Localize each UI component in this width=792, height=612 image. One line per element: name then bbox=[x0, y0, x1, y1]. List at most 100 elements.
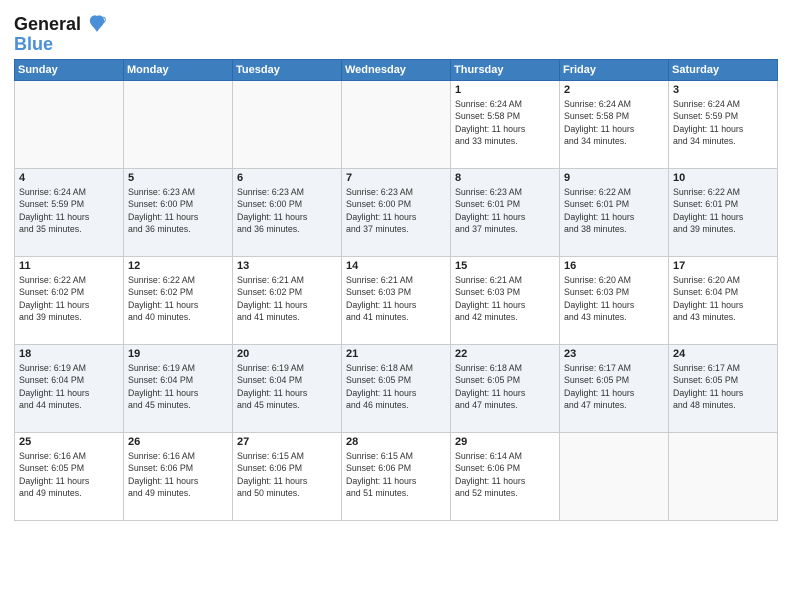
calendar-cell: 16 Sunrise: 6:20 AM Sunset: 6:03 PM Dayli… bbox=[560, 257, 669, 345]
day-number: 15 bbox=[455, 260, 555, 272]
calendar-cell: 12 Sunrise: 6:22 AM Sunset: 6:02 PM Dayli… bbox=[124, 257, 233, 345]
day-info: Sunrise: 6:22 AM Sunset: 6:02 PM Dayligh… bbox=[19, 274, 119, 323]
day-info: Sunrise: 6:23 AM Sunset: 6:00 PM Dayligh… bbox=[237, 186, 337, 235]
day-number: 29 bbox=[455, 436, 555, 448]
calendar-week-3: 11 Sunrise: 6:22 AM Sunset: 6:02 PM Dayli… bbox=[15, 257, 778, 345]
page: General Blue SundayMondayTuesdayWednesda… bbox=[0, 0, 792, 612]
day-number: 14 bbox=[346, 260, 446, 272]
calendar-cell: 25 Sunrise: 6:16 AM Sunset: 6:05 PM Dayli… bbox=[15, 433, 124, 521]
day-info: Sunrise: 6:23 AM Sunset: 6:00 PM Dayligh… bbox=[346, 186, 446, 235]
calendar-cell: 2Sunrise: 6:24 AM Sunset: 5:58 PM Daylig… bbox=[560, 81, 669, 169]
calendar-cell: 1 Sunrise: 6:24 AM Sunset: 5:58 PM Daylig… bbox=[451, 81, 560, 169]
logo-blue: Blue bbox=[14, 34, 106, 55]
calendar-cell: 29Sunrise: 6:14 AM Sunset: 6:06 PM Dayli… bbox=[451, 433, 560, 521]
day-number: 22 bbox=[455, 348, 555, 360]
day-number: 27 bbox=[237, 436, 337, 448]
calendar-cell: 9Sunrise: 6:22 AM Sunset: 6:01 PM Daylig… bbox=[560, 169, 669, 257]
day-number: 17 bbox=[673, 260, 773, 272]
weekday-header-friday: Friday bbox=[560, 60, 669, 81]
day-number: 5 bbox=[128, 172, 228, 184]
day-number: 28 bbox=[346, 436, 446, 448]
day-number: 23 bbox=[564, 348, 664, 360]
day-info: Sunrise: 6:17 AM Sunset: 6:05 PM Dayligh… bbox=[564, 362, 664, 411]
day-number: 20 bbox=[237, 348, 337, 360]
day-info: Sunrise: 6:24 AM Sunset: 5:59 PM Dayligh… bbox=[19, 186, 119, 235]
calendar-cell bbox=[669, 433, 778, 521]
calendar-cell bbox=[342, 81, 451, 169]
calendar-cell: 18 Sunrise: 6:19 AM Sunset: 6:04 PM Dayli… bbox=[15, 345, 124, 433]
calendar-cell: 24 Sunrise: 6:17 AM Sunset: 6:05 PM Dayli… bbox=[669, 345, 778, 433]
calendar-cell: 5 Sunrise: 6:23 AM Sunset: 6:00 PM Daylig… bbox=[124, 169, 233, 257]
calendar-cell: 15 Sunrise: 6:21 AM Sunset: 6:03 PM Dayli… bbox=[451, 257, 560, 345]
calendar-cell: 19 Sunrise: 6:19 AM Sunset: 6:04 PM Dayli… bbox=[124, 345, 233, 433]
day-number: 24 bbox=[673, 348, 773, 360]
day-info: Sunrise: 6:16 AM Sunset: 6:06 PM Dayligh… bbox=[128, 450, 228, 499]
day-number: 6 bbox=[237, 172, 337, 184]
calendar-cell: 14 Sunrise: 6:21 AM Sunset: 6:03 PM Dayli… bbox=[342, 257, 451, 345]
day-info: Sunrise: 6:23 AM Sunset: 6:00 PM Dayligh… bbox=[128, 186, 228, 235]
calendar-cell: 17 Sunrise: 6:20 AM Sunset: 6:04 PM Dayli… bbox=[669, 257, 778, 345]
day-info: Sunrise: 6:19 AM Sunset: 6:04 PM Dayligh… bbox=[19, 362, 119, 411]
calendar-week-4: 18 Sunrise: 6:19 AM Sunset: 6:04 PM Dayli… bbox=[15, 345, 778, 433]
weekday-header-wednesday: Wednesday bbox=[342, 60, 451, 81]
day-info: Sunrise: 6:19 AM Sunset: 6:04 PM Dayligh… bbox=[128, 362, 228, 411]
day-number: 1 bbox=[455, 84, 555, 96]
calendar-table: SundayMondayTuesdayWednesdayThursdayFrid… bbox=[14, 59, 778, 521]
calendar-cell: 26 Sunrise: 6:16 AM Sunset: 6:06 PM Dayli… bbox=[124, 433, 233, 521]
calendar-cell bbox=[233, 81, 342, 169]
calendar-cell: 21Sunrise: 6:18 AM Sunset: 6:05 PM Dayli… bbox=[342, 345, 451, 433]
day-number: 11 bbox=[19, 260, 119, 272]
calendar-cell: 27 Sunrise: 6:15 AM Sunset: 6:06 PM Dayli… bbox=[233, 433, 342, 521]
calendar-cell bbox=[560, 433, 669, 521]
day-info: Sunrise: 6:22 AM Sunset: 6:01 PM Dayligh… bbox=[673, 186, 773, 235]
day-number: 25 bbox=[19, 436, 119, 448]
logo-text: General bbox=[14, 14, 106, 36]
calendar-cell: 13 Sunrise: 6:21 AM Sunset: 6:02 PM Dayli… bbox=[233, 257, 342, 345]
day-info: Sunrise: 6:22 AM Sunset: 6:02 PM Dayligh… bbox=[128, 274, 228, 323]
calendar-week-2: 4 Sunrise: 6:24 AM Sunset: 5:59 PM Daylig… bbox=[15, 169, 778, 257]
calendar-cell: 8Sunrise: 6:23 AM Sunset: 6:01 PM Daylig… bbox=[451, 169, 560, 257]
day-info: Sunrise: 6:20 AM Sunset: 6:04 PM Dayligh… bbox=[673, 274, 773, 323]
day-number: 4 bbox=[19, 172, 119, 184]
day-number: 16 bbox=[564, 260, 664, 272]
day-info: Sunrise: 6:17 AM Sunset: 6:05 PM Dayligh… bbox=[673, 362, 773, 411]
day-info: Sunrise: 6:20 AM Sunset: 6:03 PM Dayligh… bbox=[564, 274, 664, 323]
calendar-cell: 4 Sunrise: 6:24 AM Sunset: 5:59 PM Daylig… bbox=[15, 169, 124, 257]
day-number: 21 bbox=[346, 348, 446, 360]
calendar-week-5: 25 Sunrise: 6:16 AM Sunset: 6:05 PM Dayli… bbox=[15, 433, 778, 521]
day-info: Sunrise: 6:15 AM Sunset: 6:06 PM Dayligh… bbox=[346, 450, 446, 499]
day-info: Sunrise: 6:24 AM Sunset: 5:59 PM Dayligh… bbox=[673, 98, 773, 147]
calendar-cell: 28 Sunrise: 6:15 AM Sunset: 6:06 PM Dayli… bbox=[342, 433, 451, 521]
day-number: 26 bbox=[128, 436, 228, 448]
day-number: 3 bbox=[673, 84, 773, 96]
weekday-header-sunday: Sunday bbox=[15, 60, 124, 81]
day-info: Sunrise: 6:23 AM Sunset: 6:01 PM Dayligh… bbox=[455, 186, 555, 235]
day-number: 7 bbox=[346, 172, 446, 184]
day-info: Sunrise: 6:22 AM Sunset: 6:01 PM Dayligh… bbox=[564, 186, 664, 235]
weekday-header-thursday: Thursday bbox=[451, 60, 560, 81]
weekday-header-tuesday: Tuesday bbox=[233, 60, 342, 81]
day-info: Sunrise: 6:16 AM Sunset: 6:05 PM Dayligh… bbox=[19, 450, 119, 499]
day-number: 19 bbox=[128, 348, 228, 360]
calendar-cell: 6 Sunrise: 6:23 AM Sunset: 6:00 PM Daylig… bbox=[233, 169, 342, 257]
day-info: Sunrise: 6:21 AM Sunset: 6:03 PM Dayligh… bbox=[346, 274, 446, 323]
calendar-cell: 23 Sunrise: 6:17 AM Sunset: 6:05 PM Dayli… bbox=[560, 345, 669, 433]
calendar-cell: 3 Sunrise: 6:24 AM Sunset: 5:59 PM Daylig… bbox=[669, 81, 778, 169]
calendar-cell bbox=[124, 81, 233, 169]
day-number: 18 bbox=[19, 348, 119, 360]
calendar-cell: 11 Sunrise: 6:22 AM Sunset: 6:02 PM Dayli… bbox=[15, 257, 124, 345]
calendar-week-1: 1 Sunrise: 6:24 AM Sunset: 5:58 PM Daylig… bbox=[15, 81, 778, 169]
day-info: Sunrise: 6:21 AM Sunset: 6:03 PM Dayligh… bbox=[455, 274, 555, 323]
day-info: Sunrise: 6:21 AM Sunset: 6:02 PM Dayligh… bbox=[237, 274, 337, 323]
calendar-cell bbox=[15, 81, 124, 169]
day-number: 10 bbox=[673, 172, 773, 184]
day-info: Sunrise: 6:19 AM Sunset: 6:04 PM Dayligh… bbox=[237, 362, 337, 411]
logo: General Blue bbox=[14, 14, 106, 55]
day-info: Sunrise: 6:24 AM Sunset: 5:58 PM Dayligh… bbox=[455, 98, 555, 147]
day-info: Sunrise: 6:15 AM Sunset: 6:06 PM Dayligh… bbox=[237, 450, 337, 499]
day-number: 12 bbox=[128, 260, 228, 272]
day-number: 13 bbox=[237, 260, 337, 272]
weekday-header-monday: Monday bbox=[124, 60, 233, 81]
day-number: 2 bbox=[564, 84, 664, 96]
calendar-cell: 20 Sunrise: 6:19 AM Sunset: 6:04 PM Dayli… bbox=[233, 345, 342, 433]
